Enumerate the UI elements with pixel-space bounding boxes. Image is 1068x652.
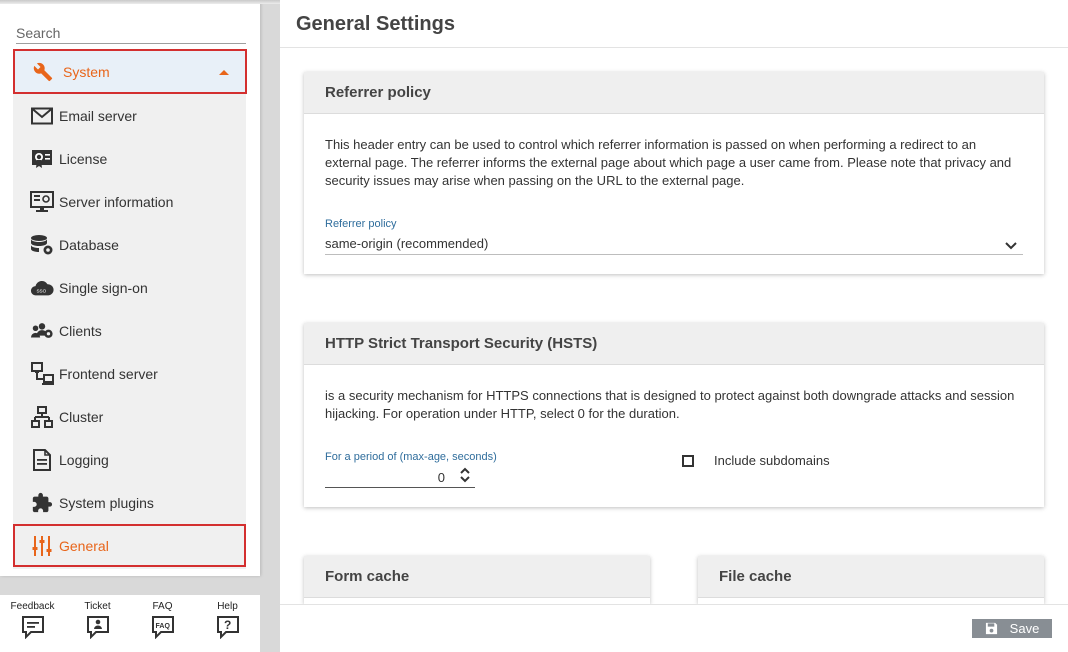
hsts-period-input[interactable]: 0: [325, 466, 475, 488]
wrench-icon: [33, 62, 53, 82]
sidebar-item-label: Frontend server: [59, 365, 158, 382]
sidebar-item-logging[interactable]: Logging: [13, 438, 246, 481]
puzzle-icon: [30, 491, 54, 515]
sidebar-item-frontend-server[interactable]: Frontend server: [13, 352, 246, 395]
sidebar: System Email server License Server infor…: [0, 0, 260, 576]
hsts-period-value: 0: [437, 470, 445, 485]
database-gear-icon: [30, 233, 54, 257]
include-subdomains-checkbox[interactable]: Include subdomains: [682, 453, 830, 468]
hsts-description: is a security mechanism for HTTPS connec…: [325, 388, 1015, 421]
form-cache-card-title: Form cache: [304, 556, 650, 598]
help-button[interactable]: Help ?: [195, 595, 260, 652]
sidebar-item-server-information[interactable]: Server information: [13, 180, 246, 223]
search-input[interactable]: [16, 24, 246, 44]
server-monitor-icon: [30, 190, 54, 214]
sidebar-item-label: Email server: [59, 107, 137, 124]
sidebar-nav: Email server License Server information …: [13, 94, 246, 569]
footer-bar: [280, 605, 1068, 652]
sidebar-item-label: Logging: [59, 451, 109, 468]
referrer-policy-card-title: Referrer policy: [304, 72, 1044, 114]
sidebar-item-label: Database: [59, 236, 119, 253]
referrer-policy-card: Referrer policy This header entry can be…: [304, 72, 1044, 274]
spinner-icon[interactable]: [459, 466, 471, 489]
save-button[interactable]: Save: [972, 619, 1052, 638]
sidebar-section-label: System: [63, 63, 110, 80]
license-certificate-icon: [30, 147, 54, 171]
cluster-sitemap-icon: [30, 405, 54, 429]
sidebar-item-label: License: [59, 150, 108, 167]
sidebar-item-single-sign-on[interactable]: SSO Single sign-on: [13, 266, 246, 309]
sidebar-item-database[interactable]: Database: [13, 223, 246, 266]
svg-text:?: ?: [224, 618, 231, 632]
referrer-policy-field-label: Referrer policy: [325, 218, 397, 230]
faq-icon: FAQ: [151, 615, 175, 644]
floppy-disk-icon: [985, 622, 998, 635]
sidebar-item-label: Server information: [59, 193, 174, 210]
form-cache-card: Form cache: [304, 556, 650, 604]
sidebar-item-label: Clients: [59, 322, 102, 339]
svg-text:SSO: SSO: [36, 288, 46, 293]
help-icon: ?: [216, 615, 240, 644]
sidebar-item-label: System plugins: [59, 494, 154, 511]
sidebar-item-label: Cluster: [59, 408, 104, 425]
help-label: Help: [217, 601, 238, 612]
hsts-period-label: For a period of (max-age, seconds): [325, 451, 497, 463]
svg-text:FAQ: FAQ: [155, 623, 170, 630]
sidebar-item-license[interactable]: License: [13, 137, 246, 180]
checkbox-box[interactable]: [682, 454, 694, 467]
sidebar-item-label: General: [59, 537, 109, 554]
referrer-policy-value: same-origin (recommended): [325, 236, 489, 251]
feedback-label: Feedback: [10, 601, 55, 612]
hsts-card: HTTP Strict Transport Security (HSTS) is…: [304, 323, 1044, 507]
feedback-button[interactable]: Feedback: [0, 595, 65, 652]
sliders-icon: [30, 534, 54, 558]
log-file-icon: [30, 448, 54, 472]
hsts-card-title: HTTP Strict Transport Security (HSTS): [304, 323, 1044, 365]
sidebar-item-system-plugins[interactable]: System plugins: [13, 481, 246, 524]
sidebar-item-clients[interactable]: Clients: [13, 309, 246, 352]
sso-cloud-icon: SSO: [30, 276, 54, 300]
main-content: General Settings Referrer policy This he…: [280, 0, 1068, 652]
users-gear-icon: [30, 319, 54, 343]
help-bar: Feedback Ticket FAQ FAQ Help ?: [0, 595, 260, 652]
sidebar-item-email-server[interactable]: Email server: [13, 94, 246, 137]
page-title: General Settings: [296, 13, 455, 35]
caret-up-icon[interactable]: [219, 70, 229, 75]
frontend-network-icon: [30, 361, 54, 386]
save-label: Save: [1009, 621, 1040, 636]
title-divider: [280, 47, 1068, 48]
faq-button[interactable]: FAQ FAQ: [130, 595, 195, 652]
sidebar-item-label: Single sign-on: [59, 279, 148, 296]
referrer-policy-select[interactable]: same-origin (recommended): [325, 233, 1023, 255]
chevron-down-icon: [1005, 237, 1017, 255]
referrer-policy-description: This header entry can be used to control…: [325, 137, 1012, 188]
file-cache-card-title: File cache: [698, 556, 1044, 598]
sidebar-section-system[interactable]: System: [13, 49, 247, 94]
include-subdomains-label: Include subdomains: [714, 453, 830, 468]
sidebar-item-general[interactable]: General: [13, 524, 246, 567]
ticket-icon: [86, 615, 110, 644]
ticket-button[interactable]: Ticket: [65, 595, 130, 652]
envelope-icon: [30, 104, 54, 128]
faq-label: FAQ: [152, 601, 173, 612]
feedback-icon: [21, 615, 45, 644]
file-cache-card: File cache: [698, 556, 1044, 604]
sidebar-item-cluster[interactable]: Cluster: [13, 395, 246, 438]
ticket-label: Ticket: [84, 601, 111, 612]
